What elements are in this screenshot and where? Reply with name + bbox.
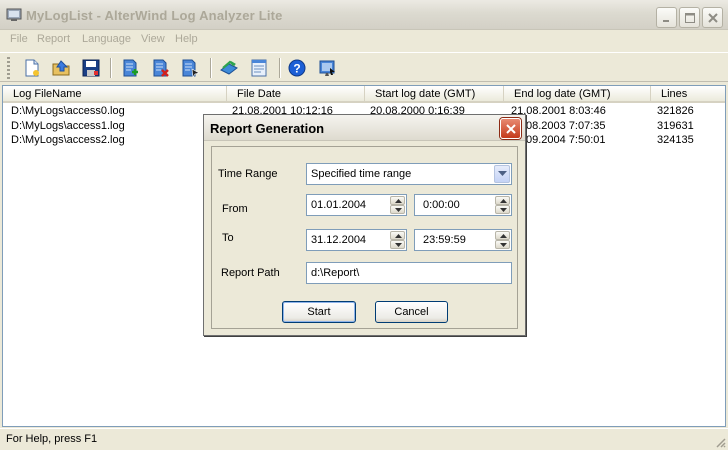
column-header-end-date[interactable]: End log date (GMT) — [504, 86, 651, 103]
to-time-value: 23:59:59 — [423, 234, 466, 246]
cell-end-date: 08.2003 7:07:35 — [526, 120, 606, 132]
menu-report[interactable]: Report — [37, 33, 70, 45]
report-path-label: Report Path — [221, 267, 280, 279]
resize-grip-icon[interactable] — [714, 436, 726, 448]
list-header: Log FileName File Date Start log date (G… — [3, 86, 725, 103]
cell-filename: D:\MyLogs\access1.log — [11, 120, 125, 132]
new-document-icon[interactable] — [22, 58, 42, 78]
report-generation-dialog: Report Generation Time Range Specified t… — [203, 114, 526, 336]
from-label: From — [222, 203, 248, 215]
from-time-field[interactable]: 0:00:00 — [414, 194, 512, 216]
from-time-value: 0:00:00 — [423, 199, 460, 211]
cell-filename: D:\MyLogs\access2.log — [11, 134, 125, 146]
to-time-down-button[interactable] — [495, 240, 510, 249]
cell-lines: 324135 — [657, 134, 694, 146]
from-date-down-button[interactable] — [390, 205, 405, 214]
from-time-up-button[interactable] — [495, 196, 510, 205]
menu-language[interactable]: Language — [82, 33, 131, 45]
toolbar-grip[interactable] — [7, 57, 10, 79]
column-header-file-date[interactable]: File Date — [227, 86, 365, 103]
status-text: For Help, press F1 — [6, 433, 98, 445]
title-bar: MyLogList - AlterWind Log Analyzer Lite — [0, 0, 728, 30]
from-time-down-button[interactable] — [495, 205, 510, 214]
status-bar: For Help, press F1 — [0, 428, 728, 450]
delete-log-icon[interactable] — [150, 58, 170, 78]
column-header-lines[interactable]: Lines — [651, 86, 725, 103]
dialog-title-bar[interactable]: Report Generation — [204, 115, 525, 141]
report-path-input[interactable]: d:\Report\ — [306, 262, 512, 284]
save-disk-icon[interactable] — [81, 58, 101, 78]
report-settings-icon[interactable] — [249, 58, 269, 78]
svg-text:?: ? — [293, 62, 300, 76]
generate-report-icon[interactable] — [219, 58, 239, 78]
cell-lines: 319631 — [657, 120, 694, 132]
start-button[interactable]: Start — [282, 301, 356, 323]
dialog-title: Report Generation — [210, 121, 325, 136]
dropdown-button[interactable] — [494, 165, 510, 183]
cell-end-date: 09.2004 7:50:01 — [526, 134, 606, 146]
window-title: MyLogList - AlterWind Log Analyzer Lite — [26, 8, 283, 23]
close-window-button[interactable] — [702, 7, 723, 28]
help-icon[interactable]: ? — [287, 58, 307, 78]
from-date-value: 01.01.2004 — [311, 199, 367, 211]
to-date-up-button[interactable] — [390, 231, 405, 240]
to-date-field[interactable]: 31.12.2004 — [306, 229, 407, 251]
column-header-log-filename[interactable]: Log FileName — [3, 86, 227, 103]
cancel-button[interactable]: Cancel — [375, 301, 448, 323]
from-date-up-button[interactable] — [390, 196, 405, 205]
about-icon[interactable] — [317, 58, 337, 78]
log-properties-icon[interactable] — [180, 58, 200, 78]
column-header-start-date[interactable]: Start log date (GMT) — [365, 86, 504, 103]
from-date-field[interactable]: 01.01.2004 — [306, 194, 407, 216]
time-range-label: Time Range — [218, 168, 278, 180]
app-icon — [6, 7, 22, 23]
toolbar: ? — [0, 52, 728, 82]
menu-view[interactable]: View — [141, 33, 165, 45]
open-folder-icon[interactable] — [51, 58, 71, 78]
toolbar-separator — [110, 58, 112, 78]
to-time-field[interactable]: 23:59:59 — [414, 229, 512, 251]
add-log-icon[interactable] — [120, 58, 140, 78]
dialog-close-button[interactable] — [500, 118, 521, 139]
time-range-select[interactable]: Specified time range — [306, 163, 512, 185]
time-range-value: Specified time range — [311, 168, 412, 180]
menu-bar: File Report Language View Help — [0, 30, 728, 50]
toolbar-separator — [279, 58, 281, 78]
to-time-up-button[interactable] — [495, 231, 510, 240]
to-date-down-button[interactable] — [390, 240, 405, 249]
to-date-value: 31.12.2004 — [311, 234, 367, 246]
cell-lines: 321826 — [657, 105, 694, 117]
to-label: To — [222, 232, 234, 244]
report-path-value: d:\Report\ — [311, 267, 360, 279]
toolbar-separator — [210, 58, 212, 78]
menu-file[interactable]: File — [10, 33, 28, 45]
minimize-button[interactable] — [656, 7, 677, 28]
menu-help[interactable]: Help — [175, 33, 198, 45]
dialog-group-box: Time Range Specified time range From 01.… — [211, 146, 518, 329]
cell-filename: D:\MyLogs\access0.log — [11, 105, 125, 117]
maximize-button[interactable] — [679, 7, 700, 28]
